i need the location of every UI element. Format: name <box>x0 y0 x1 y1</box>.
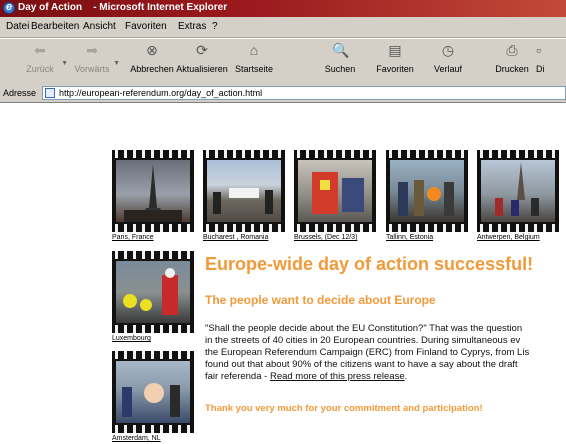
stop-icon: ⊗ <box>146 42 158 58</box>
article-headline: Europe-wide day of action successful! <box>205 254 534 274</box>
favorites-folder-icon: ▤ <box>388 42 402 58</box>
photo-caption[interactable]: Amsterdam, NL <box>112 435 161 442</box>
body-line: "Shall the people decide about the EU Co… <box>205 323 523 334</box>
refresh-icon: ⟳ <box>196 42 208 58</box>
photo-image <box>298 160 372 222</box>
photo-caption[interactable]: Bucharest , Romania <box>203 234 268 241</box>
body-line: found out that about 90% of the citizens… <box>205 359 518 370</box>
press-release-link[interactable]: Read more of this press release <box>270 371 405 382</box>
address-url[interactable]: http://european-referendum.org/day_of_ac… <box>59 88 262 98</box>
stop-button[interactable]: ⊗ Abbrechen <box>126 42 178 82</box>
photo-image <box>116 160 190 222</box>
body-line-last: fair referenda - Read more of this press… <box>205 371 408 382</box>
address-bar: Adresse http://european-referendum.org/d… <box>0 85 566 103</box>
body-line: in the streets of 40 cities in 20 Europe… <box>205 335 521 346</box>
window-title: Day of Action - Microsoft Internet Explo… <box>18 2 228 13</box>
home-button[interactable]: ⌂ Startseite <box>228 42 280 82</box>
history-button[interactable]: ◷ Verlauf <box>422 42 474 82</box>
photo-image <box>116 261 190 323</box>
photo-image <box>116 361 190 423</box>
title-bar: Day of Action - Microsoft Internet Explo… <box>0 0 566 17</box>
thanks-message: Thank you very much for your commitment … <box>205 403 483 414</box>
photo-caption[interactable]: Luxembourg <box>112 335 151 342</box>
photo-image <box>390 160 464 222</box>
menu-bar: Datei Bearbeiten Ansicht Favoriten Extra… <box>0 17 566 38</box>
menu-datei[interactable]: Datei <box>6 21 29 32</box>
forward-button[interactable]: ➡ Vorwärts ▼ <box>66 42 120 82</box>
photo-image <box>207 160 281 222</box>
photo-caption[interactable]: Paris, France <box>112 234 154 241</box>
ie-icon <box>3 1 15 14</box>
menu-favoriten[interactable]: Favoriten <box>125 21 167 32</box>
address-input[interactable]: http://european-referendum.org/day_of_ac… <box>42 86 566 100</box>
search-icon: 🔍 <box>332 42 350 58</box>
back-arrow-icon: ⬅ <box>34 42 46 58</box>
toolbar: ⬅ Zurück ▼ ➡ Vorwärts ▼ ⊗ Abbrechen ⟳ Ak… <box>0 38 566 86</box>
search-button[interactable]: 🔍 Suchen <box>314 42 366 82</box>
menu-help[interactable]: ? <box>212 21 218 32</box>
more-button[interactable]: ▫ Di <box>536 42 566 82</box>
eiffel-tower-icon <box>124 164 182 222</box>
menu-bearbeiten[interactable]: Bearbeiten <box>31 21 79 32</box>
article-body: "Shall the people decide about the EU Co… <box>205 323 566 383</box>
photo-caption[interactable]: Brussels, (Dec 12/3) <box>294 234 357 241</box>
history-icon: ◷ <box>441 42 455 58</box>
page-content: Paris, France Bucharest , Romania Brusse… <box>0 103 566 444</box>
photo-caption[interactable]: Tallinn, Estonia <box>386 234 433 241</box>
photo-image <box>481 160 555 222</box>
printer-icon: ⎙ <box>506 42 518 58</box>
print-button[interactable]: ⎙ Drucken <box>486 42 538 82</box>
home-icon: ⌂ <box>249 42 259 58</box>
body-line: the European Referendum Campaign (ERC) f… <box>205 347 530 358</box>
menu-extras[interactable]: Extras <box>178 21 206 32</box>
menu-ansicht[interactable]: Ansicht <box>83 21 116 32</box>
back-button[interactable]: ⬅ Zurück ▼ <box>14 42 68 82</box>
address-label: Adresse <box>3 88 37 98</box>
photo-caption[interactable]: Antwerpen, Belgium <box>477 234 540 241</box>
forward-arrow-icon: ➡ <box>86 42 98 58</box>
refresh-button[interactable]: ⟳ Aktualisieren <box>176 42 228 82</box>
page-icon <box>45 88 55 98</box>
more-icon: ▫ <box>536 42 541 58</box>
article-subheadline: The people want to decide about Europe <box>205 293 436 307</box>
favorites-button[interactable]: ▤ Favoriten <box>369 42 421 82</box>
forward-dropdown-icon[interactable]: ▼ <box>113 60 120 67</box>
